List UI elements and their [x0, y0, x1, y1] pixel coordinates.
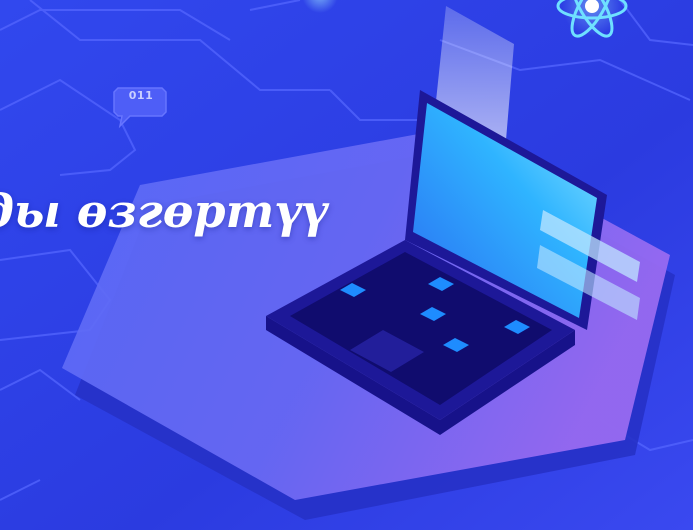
headline: ды өзгөртүү [0, 184, 327, 238]
binary-badge-label: 011 [128, 89, 154, 102]
hero-background [0, 0, 693, 530]
